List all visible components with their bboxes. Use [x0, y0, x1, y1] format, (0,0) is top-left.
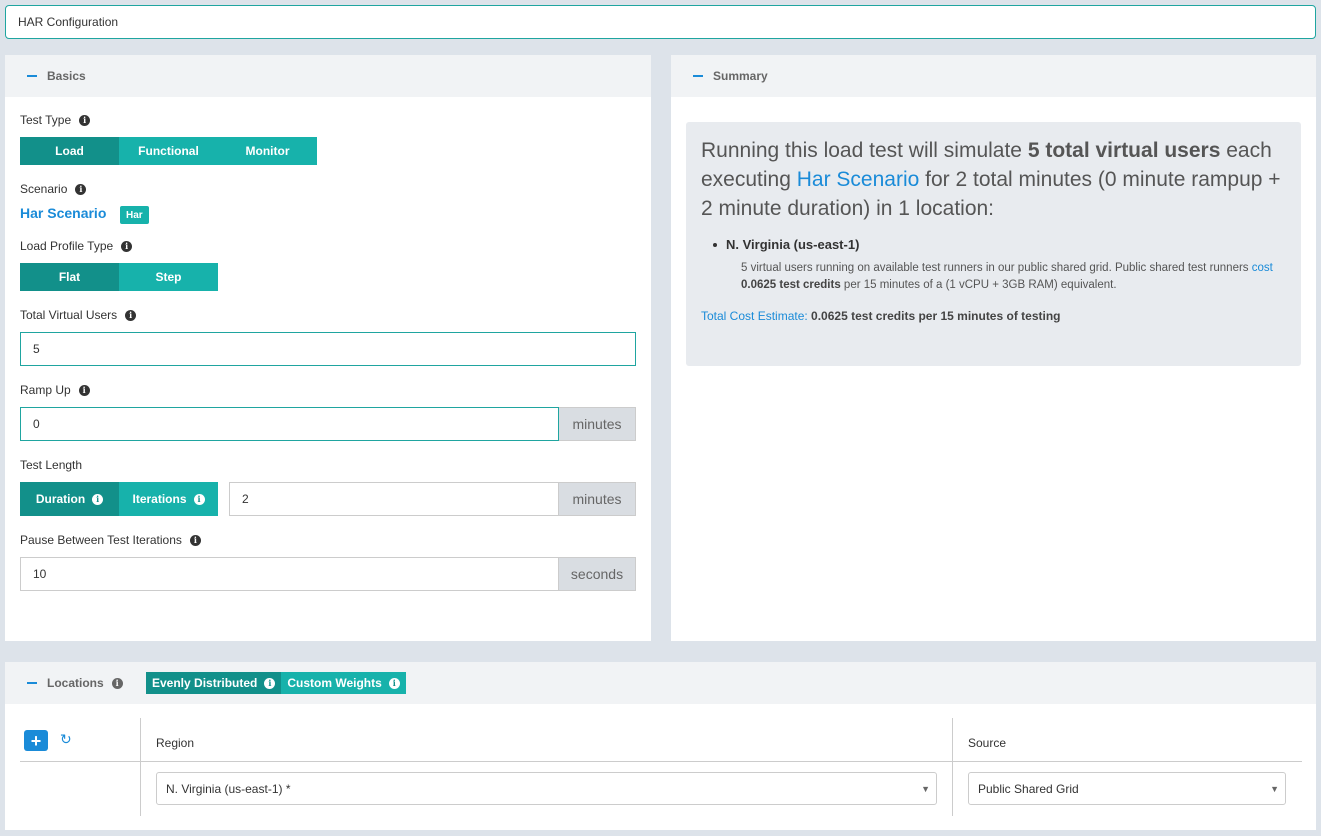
- summary-sentence: Running this load test will simulate 5 t…: [701, 139, 1281, 220]
- info-icon[interactable]: i: [75, 183, 87, 195]
- collapse-icon[interactable]: [693, 75, 703, 77]
- load-profile-flat-button[interactable]: Flat: [20, 263, 119, 291]
- collapse-icon[interactable]: [27, 75, 37, 77]
- source-select[interactable]: Public Shared Grid ▼: [968, 772, 1286, 805]
- locations-panel: Locations i Evenly Distributed i Custom …: [5, 662, 1316, 830]
- total-cost-estimate: Total Cost Estimate: 0.0625 test credits…: [701, 309, 1061, 323]
- test-length-toggle: Duration i Iterations i: [20, 482, 218, 516]
- total-vu-input[interactable]: 5: [20, 332, 636, 366]
- info-icon[interactable]: i: [79, 114, 91, 126]
- summary-header[interactable]: Summary: [671, 55, 1316, 97]
- locations-title: Locations: [47, 676, 104, 690]
- test-length-duration-button[interactable]: Duration i: [20, 482, 119, 516]
- ramp-up-input[interactable]: 0: [20, 407, 559, 441]
- info-icon[interactable]: i: [125, 309, 137, 321]
- summary-location-item: N. Virginia (us-east-1): [713, 237, 1286, 252]
- total-vu-label: Total Virtual Users i: [20, 308, 137, 322]
- ramp-up-label: Ramp Up i: [20, 383, 90, 397]
- test-length-unit: minutes: [559, 482, 636, 516]
- info-icon[interactable]: i: [92, 493, 104, 505]
- collapse-icon[interactable]: [27, 682, 37, 684]
- caret-down-icon: ▼: [921, 784, 930, 794]
- load-profile-toggle: Flat Step: [20, 263, 218, 291]
- column-divider: [140, 718, 141, 816]
- test-length-iterations-button[interactable]: Iterations i: [119, 482, 218, 516]
- info-icon[interactable]: i: [78, 384, 90, 396]
- info-icon[interactable]: i: [264, 677, 276, 689]
- basics-header[interactable]: Basics: [5, 55, 651, 97]
- basics-panel: Basics Test Type i Load Functional Monit…: [5, 55, 651, 641]
- info-icon[interactable]: i: [193, 493, 205, 505]
- scenario-type-badge: Har: [120, 206, 149, 224]
- basics-title: Basics: [47, 69, 86, 83]
- region-select[interactable]: N. Virginia (us-east-1) * ▼: [156, 772, 937, 805]
- test-length-input[interactable]: 2: [229, 482, 559, 516]
- evenly-distributed-button[interactable]: Evenly Distributed i: [146, 672, 282, 694]
- ramp-up-unit: minutes: [559, 407, 636, 441]
- info-icon[interactable]: i: [189, 534, 201, 546]
- distribution-toggle: Evenly Distributed i Custom Weights i: [146, 672, 406, 694]
- cost-link[interactable]: cost: [1252, 262, 1273, 274]
- summary-panel: Summary Running this load test will simu…: [671, 55, 1316, 641]
- pause-label: Pause Between Test Iterations i: [20, 533, 201, 547]
- pause-input[interactable]: 10: [20, 557, 559, 591]
- test-type-monitor-button[interactable]: Monitor: [218, 137, 317, 165]
- add-location-button[interactable]: +: [24, 730, 48, 751]
- load-profile-step-button[interactable]: Step: [119, 263, 218, 291]
- refresh-icon[interactable]: ↻: [60, 731, 72, 748]
- summary-box: Running this load test will simulate 5 t…: [686, 122, 1301, 366]
- source-column-header: Source: [968, 736, 1007, 750]
- test-credits-link[interactable]: test credits: [851, 309, 915, 323]
- test-type-toggle: Load Functional Monitor: [20, 137, 317, 165]
- test-type-load-button[interactable]: Load: [20, 137, 119, 165]
- info-icon[interactable]: i: [121, 240, 133, 252]
- caret-down-icon: ▼: [1270, 784, 1279, 794]
- pause-unit: seconds: [559, 557, 636, 591]
- summary-title: Summary: [713, 69, 768, 83]
- scenario-link[interactable]: Har Scenario: [797, 168, 920, 191]
- info-icon[interactable]: i: [388, 677, 400, 689]
- config-name-input[interactable]: HAR Configuration: [5, 5, 1316, 39]
- region-column-header: Region: [156, 736, 195, 750]
- scenario-label: Scenario i: [20, 182, 87, 196]
- test-type-label: Test Type i: [20, 113, 91, 127]
- header-divider: [20, 761, 1302, 762]
- summary-location-description: 5 virtual users running on available tes…: [741, 262, 1273, 291]
- custom-weights-button[interactable]: Custom Weights i: [281, 672, 406, 694]
- test-length-label: Test Length: [20, 458, 83, 472]
- info-icon[interactable]: i: [111, 677, 123, 689]
- load-profile-label: Load Profile Type i: [20, 239, 133, 253]
- locations-table: + ↻ Region Source N. Virginia (us-east-1…: [20, 718, 1302, 818]
- scenario-link[interactable]: Har Scenario: [20, 205, 106, 221]
- total-cost-link[interactable]: Total Cost Estimate:: [701, 309, 808, 323]
- test-type-functional-button[interactable]: Functional: [119, 137, 218, 165]
- column-divider: [952, 718, 953, 816]
